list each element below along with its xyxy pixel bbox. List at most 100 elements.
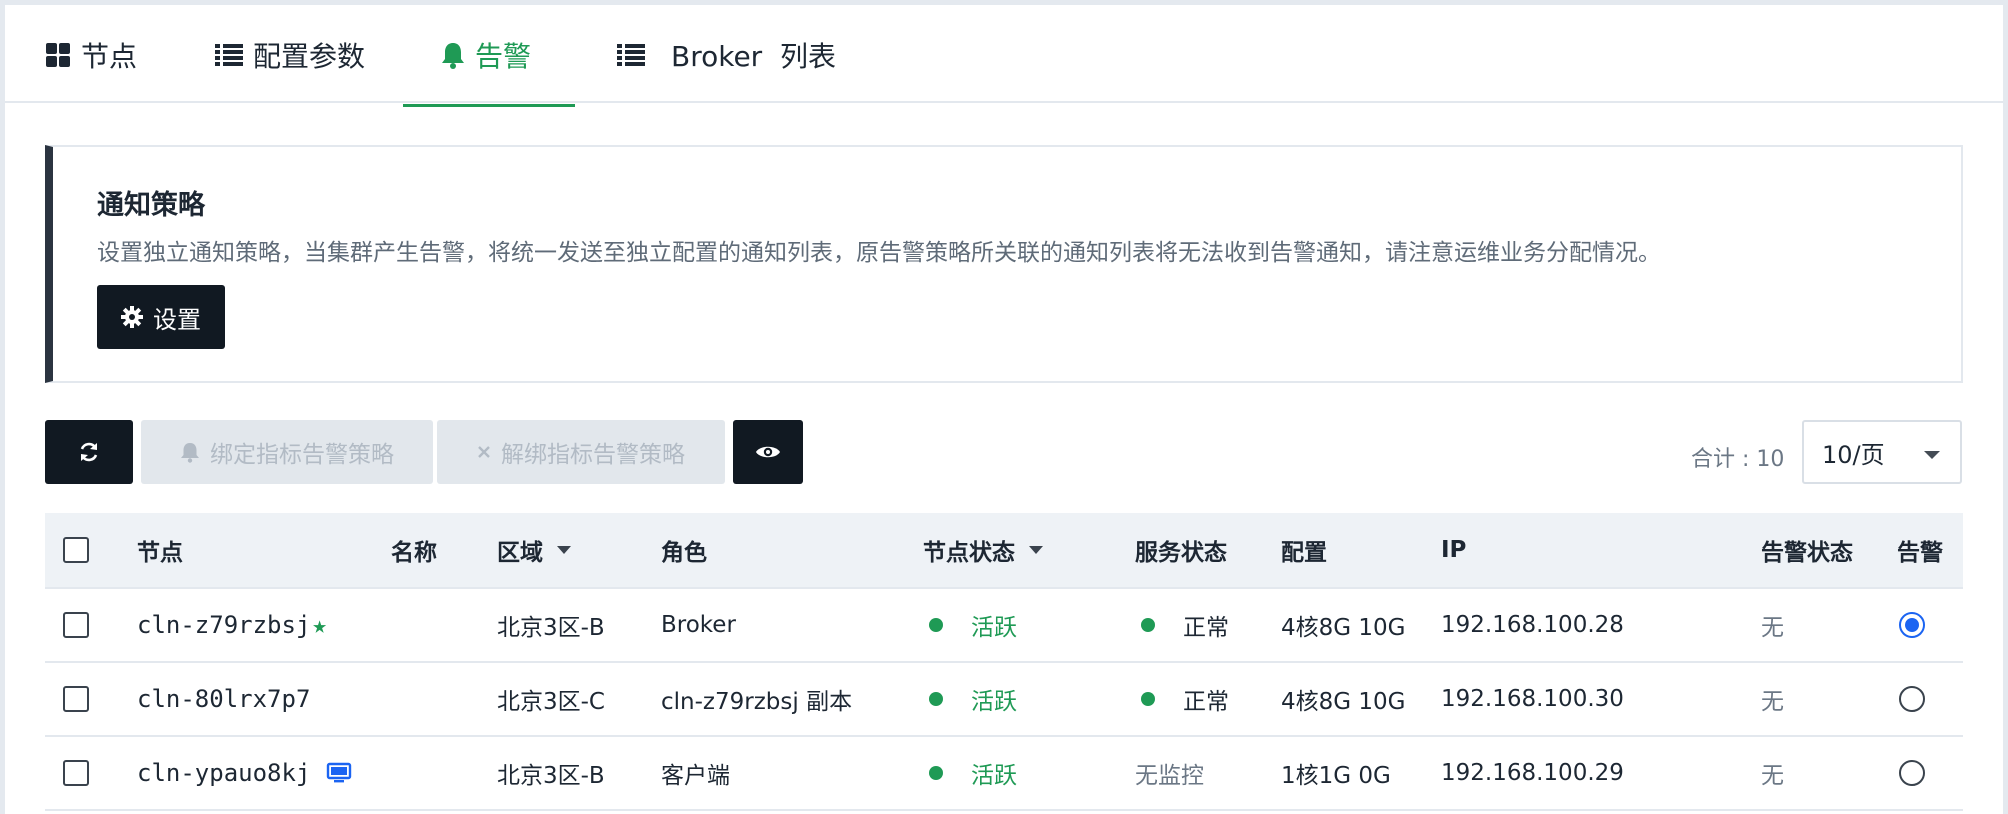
node-id-cell: cln-z79rzbsj ★ (137, 589, 327, 661)
bind-label: 绑定指标告警策略 (210, 442, 394, 468)
monitor-icon (326, 762, 352, 784)
header-zone-label: 区域 (497, 540, 543, 566)
status-dot-icon (1141, 692, 1155, 706)
refresh-icon (80, 442, 98, 462)
close-icon (477, 445, 491, 459)
header-node-status-label: 节点状态 (923, 540, 1015, 566)
table-header: 节点 名称 区域 角色 节点状态 服务状态 配置 IP 告警状态 告警 (45, 513, 1963, 589)
config-cell: 4核8G 10G (1281, 689, 1406, 715)
zone-cell: 北京3区-B (497, 763, 605, 789)
chevron-down-icon (1924, 451, 1940, 459)
bell-icon (180, 441, 200, 463)
tab-bar: 节点 配置参数 告警 Broker 列表 (5, 5, 2003, 107)
table-row[interactable]: cln-ypauo8kj 北京3区-B 客户端 活跃 无监控 1核1G 0G 1… (45, 737, 1963, 811)
unbind-label: 解绑指标告警策略 (501, 442, 685, 468)
tab-label: 配置参数 (253, 40, 366, 73)
table-row[interactable]: cln-z79rzbsj ★ 北京3区-B Broker 活跃 正常 4核8G … (45, 589, 1963, 663)
alarm-status-cell: 无 (1761, 689, 1784, 715)
row-checkbox[interactable] (63, 612, 89, 638)
table-row[interactable]: cln-80lrx7p7 北京3区-C cln-z79rzbsj 副本 活跃 正… (45, 663, 1963, 737)
service-status-cell: 正常 (1135, 663, 1229, 735)
row-checkbox[interactable] (63, 686, 89, 712)
header-config: 配置 (1281, 540, 1327, 566)
tab-alarm[interactable]: 告警 (403, 5, 575, 107)
page-size-select[interactable]: 10/页 (1802, 420, 1962, 484)
header-alarm: 告警 (1897, 540, 1943, 566)
unbind-alarm-policy-button[interactable]: 解绑指标告警策略 (437, 420, 725, 484)
header-zone[interactable]: 区域 (497, 513, 571, 587)
star-icon: ★ (312, 611, 327, 639)
select-all-checkbox[interactable] (63, 537, 89, 563)
tab-label: Broker 列表 (671, 40, 836, 73)
alarm-status-cell: 无 (1761, 615, 1784, 641)
node-status-cell: 活跃 (923, 589, 1017, 661)
service-status-text: 正常 (1183, 689, 1229, 715)
node-id[interactable]: cln-ypauo8kj (137, 759, 310, 787)
tab-config-params[interactable]: 配置参数 (215, 5, 365, 105)
bind-alarm-policy-button[interactable]: 绑定指标告警策略 (141, 420, 433, 484)
gear-icon (121, 306, 143, 328)
status-dot-icon (1141, 618, 1155, 632)
tab-broker-list[interactable]: Broker 列表 (617, 5, 836, 105)
ip-cell: 192.168.100.29 (1441, 760, 1624, 786)
header-role: 角色 (661, 540, 707, 566)
header-name: 名称 (391, 540, 437, 566)
tab-label: 告警 (475, 40, 532, 73)
ip-cell: 192.168.100.30 (1441, 686, 1624, 712)
total-count: 合计 : 10 (1691, 447, 1785, 472)
node-status-text: 活跃 (971, 615, 1017, 641)
role-cell: Broker (661, 612, 736, 638)
alarm-radio[interactable] (1899, 612, 1925, 638)
node-status-cell: 活跃 (923, 663, 1017, 735)
header-service-status: 服务状态 (1135, 540, 1227, 566)
node-status-text: 活跃 (971, 689, 1017, 715)
tab-nodes[interactable]: 节点 (45, 5, 137, 105)
node-id[interactable]: cln-80lrx7p7 (137, 685, 310, 713)
node-table: 节点 名称 区域 角色 节点状态 服务状态 配置 IP 告警状态 告警 cln-… (45, 513, 1963, 811)
alarm-radio[interactable] (1899, 760, 1925, 786)
node-status-text: 活跃 (971, 763, 1017, 789)
row-checkbox[interactable] (63, 760, 89, 786)
status-dot-icon (929, 766, 943, 780)
notice-description: 设置独立通知策略，当集群产生告警，将统一发送至独立配置的通知列表，原告警策略所关… (97, 240, 1661, 266)
ip-cell: 192.168.100.28 (1441, 612, 1624, 638)
status-dot-icon (929, 618, 943, 632)
notification-policy-box: 通知策略 设置独立通知策略，当集群产生告警，将统一发送至独立配置的通知列表，原告… (45, 145, 1963, 383)
bell-icon (441, 41, 465, 69)
service-status-cell: 无监控 (1135, 737, 1204, 809)
header-alarm-status: 告警状态 (1761, 540, 1853, 566)
filter-caret-icon[interactable] (557, 546, 571, 554)
refresh-button[interactable] (45, 420, 133, 484)
service-status-cell: 正常 (1135, 589, 1229, 661)
config-cell: 4核8G 10G (1281, 615, 1406, 641)
node-id-cell: cln-80lrx7p7 (137, 663, 310, 735)
header-node-status[interactable]: 节点状态 (923, 513, 1043, 587)
role-cell: cln-z79rzbsj 副本 (661, 689, 853, 715)
settings-button[interactable]: 设置 (97, 285, 225, 349)
config-cell: 1核1G 0G (1281, 763, 1391, 789)
node-id[interactable]: cln-z79rzbsj (137, 611, 310, 639)
service-status-text: 无监控 (1135, 763, 1204, 789)
zone-cell: 北京3区-B (497, 615, 605, 641)
role-cell: 客户端 (661, 763, 730, 789)
header-node: 节点 (137, 540, 183, 566)
alarm-status-cell: 无 (1761, 763, 1784, 789)
tab-label: 节点 (81, 40, 138, 73)
alarm-radio[interactable] (1899, 686, 1925, 712)
list-icon (617, 43, 645, 67)
zone-cell: 北京3区-C (497, 689, 605, 715)
grid-icon (45, 42, 71, 68)
page-size-value: 10/页 (1822, 440, 1885, 469)
list-icon (215, 43, 243, 67)
eye-icon (756, 446, 780, 458)
select-all-cell (63, 513, 89, 587)
settings-button-label: 设置 (153, 305, 201, 334)
status-dot-icon (929, 692, 943, 706)
node-status-cell: 活跃 (923, 737, 1017, 809)
service-status-text: 正常 (1183, 615, 1229, 641)
column-visibility-button[interactable] (733, 420, 803, 484)
filter-caret-icon[interactable] (1029, 546, 1043, 554)
node-id-cell: cln-ypauo8kj (137, 737, 352, 809)
header-ip: IP (1441, 537, 1467, 563)
alarm-panel: 节点 配置参数 告警 Broker 列表 通知策略 设置独立通知策略，当集群产生… (5, 5, 2003, 814)
